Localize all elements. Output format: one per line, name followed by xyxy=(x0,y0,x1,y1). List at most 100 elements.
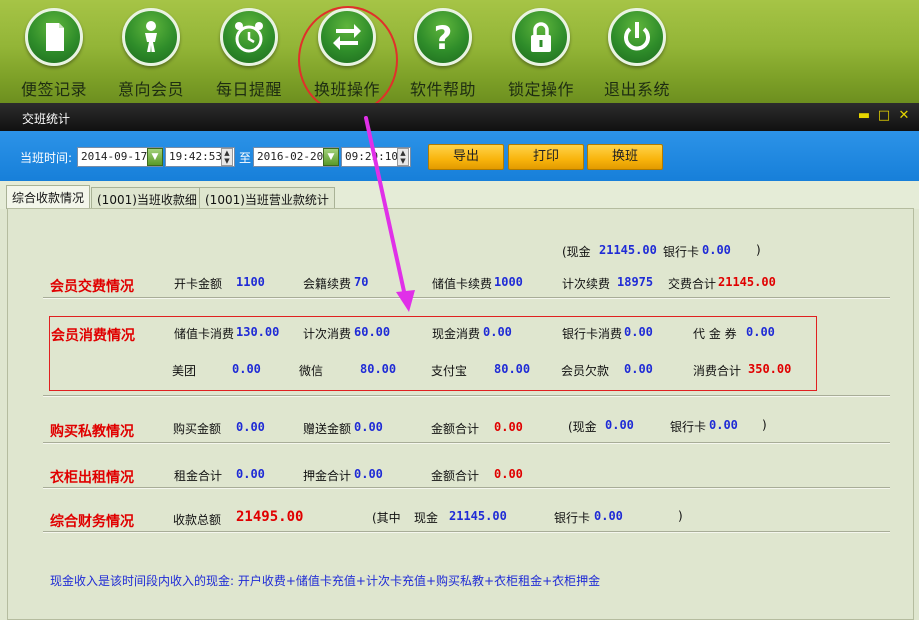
main-toolbar: 便签记录 意向会员 每日提醒 换班操作 ? 软件帮助 锁定操作 退出系统 xyxy=(0,0,919,114)
locker-total-label: 金额合计 xyxy=(431,469,480,483)
toolbar-note-button[interactable]: 便签记录 xyxy=(9,6,99,100)
card-open-label: 开卡金额 xyxy=(174,277,223,291)
finance-cash-label: 现金 xyxy=(414,511,439,525)
collected-label: 收款总额 xyxy=(173,513,222,527)
toolbar-label: 每日提醒 xyxy=(215,80,282,99)
alipay-value: 80.00 xyxy=(494,362,531,376)
locker-title: 衣柜出租情况 xyxy=(50,470,134,486)
tab-shift-revenue-stats[interactable]: (1001)当班营业款统计 xyxy=(199,187,335,209)
finance-close: ) xyxy=(678,509,683,523)
close-icon[interactable]: ✕ xyxy=(896,108,912,124)
help-icon: ? xyxy=(414,8,472,66)
shift-highlight-ring xyxy=(298,6,398,114)
power-icon xyxy=(608,8,666,66)
shift-change-button[interactable]: 换班 xyxy=(587,144,663,170)
bank-consume-label: 银行卡消费 xyxy=(562,327,623,341)
coach-buy-value: 0.00 xyxy=(236,420,265,434)
meituan-label: 美团 xyxy=(172,364,197,378)
summary-bank-value: 0.00 xyxy=(702,243,731,257)
start-date-dropdown[interactable]: ▼ xyxy=(147,148,163,166)
locker-total-value: 0.00 xyxy=(494,467,523,481)
cash-income-note: 现金收入是该时间段内收入的现金: 开户收费+储值卡充值+计次卡充值+购买私教+衣… xyxy=(50,574,601,588)
export-button[interactable]: 导出 xyxy=(428,144,504,170)
divider xyxy=(43,395,890,397)
locker-deposit-label: 押金合计 xyxy=(303,469,352,483)
svg-text:?: ? xyxy=(434,19,453,55)
wechat-label: 微信 xyxy=(299,364,324,378)
consume-total-value: 350.00 xyxy=(748,362,792,376)
spin-arrows-icon: ▲ ▼ xyxy=(400,149,406,165)
voucher-value: 0.00 xyxy=(746,325,775,339)
to-label: 至 xyxy=(239,151,252,165)
fee-total-label: 交费合计 xyxy=(668,277,717,291)
toolbar-label: 便签记录 xyxy=(20,80,87,99)
renew-label: 会籍续费 xyxy=(303,277,352,291)
summary-close: ) xyxy=(756,243,761,257)
window-title: 交班统计 xyxy=(22,112,71,126)
tab-strip: 综合收款情况 (1001)当班收款细 (1001)当班营业款统计 xyxy=(0,181,919,209)
end-date-dropdown[interactable]: ▼ xyxy=(323,148,339,166)
debt-value: 0.00 xyxy=(624,362,653,376)
person-icon xyxy=(122,8,180,66)
toolbar-lock-button[interactable]: 锁定操作 xyxy=(496,6,586,100)
cash-consume-value: 0.00 xyxy=(483,325,512,339)
count-consume-value: 60.00 xyxy=(354,325,391,339)
locker-rent-label: 租金合计 xyxy=(174,469,223,483)
finance-cash-value: 21145.00 xyxy=(449,509,507,523)
finance-open: (其中 xyxy=(372,511,401,525)
coach-bank-label: 银行卡 xyxy=(670,420,707,434)
end-time-spinner[interactable]: ▲ ▼ xyxy=(397,148,409,166)
cash-consume-label: 现金消费 xyxy=(432,327,481,341)
chevron-down-icon: ▼ xyxy=(151,152,159,162)
stored-consume-value: 130.00 xyxy=(236,325,280,339)
divider xyxy=(43,442,890,444)
stored-consume-label: 储值卡消费 xyxy=(174,327,235,341)
shift-filter-bar: 当班时间: 2014-09-17 ▼ 19:42:53 ▲ ▼ 至 2016-02… xyxy=(0,131,919,181)
coach-cash-value: 0.00 xyxy=(605,418,634,432)
toolbar-reminder-button[interactable]: 每日提醒 xyxy=(204,6,294,100)
bank-consume-value: 0.00 xyxy=(624,325,653,339)
member-consume-title: 会员消费情况 xyxy=(51,328,135,344)
tab-summary[interactable]: 综合收款情况 xyxy=(6,185,91,209)
finance-bank-label: 银行卡 xyxy=(554,511,591,525)
summary-panel xyxy=(7,208,914,620)
stored-renew-label: 储值卡续费 xyxy=(432,277,493,291)
card-open-value: 1100 xyxy=(236,275,265,289)
finance-title: 综合财务情况 xyxy=(50,514,134,530)
finance-bank-value: 0.00 xyxy=(594,509,623,523)
print-button[interactable]: 打印 xyxy=(508,144,584,170)
coach-total-label: 金额合计 xyxy=(431,422,480,436)
start-time-spinner[interactable]: ▲ ▼ xyxy=(221,148,233,166)
coach-gift-value: 0.00 xyxy=(354,420,383,434)
member-fee-title: 会员交费情况 xyxy=(50,279,134,295)
summary-cash-value: 21145.00 xyxy=(599,243,657,257)
maximize-icon[interactable]: □ xyxy=(876,108,892,124)
coach-buy-label: 购买金额 xyxy=(173,422,222,436)
summary-bank-label: 银行卡 xyxy=(663,245,700,259)
consume-total-label: 消费合计 xyxy=(693,364,742,378)
locker-rent-value: 0.00 xyxy=(236,467,265,481)
coach-bank-value: 0.00 xyxy=(709,418,738,432)
toolbar-label: 退出系统 xyxy=(603,80,670,99)
toolbar-label: 锁定操作 xyxy=(507,80,574,99)
divider xyxy=(43,297,890,299)
divider xyxy=(43,487,890,489)
toolbar-help-button[interactable]: ? 软件帮助 xyxy=(398,6,488,100)
summary-open: (现金 xyxy=(562,245,591,259)
coach-close: ) xyxy=(762,418,767,432)
tab-shift-payment-detail[interactable]: (1001)当班收款细 xyxy=(91,187,203,209)
alipay-label: 支付宝 xyxy=(431,364,468,378)
toolbar-exit-button[interactable]: 退出系统 xyxy=(592,6,682,100)
divider xyxy=(43,531,890,533)
window-titlebar: 交班统计 ▬ □ ✕ xyxy=(0,103,919,131)
meituan-value: 0.00 xyxy=(232,362,261,376)
minimize-icon[interactable]: ▬ xyxy=(856,108,872,124)
toolbar-label: 软件帮助 xyxy=(409,80,476,99)
collected-value: 21495.00 xyxy=(236,509,304,525)
chevron-down-icon: ▼ xyxy=(327,152,335,162)
toolbar-prospect-member-button[interactable]: 意向会员 xyxy=(106,6,196,100)
note-icon xyxy=(25,8,83,66)
coach-open: (现金 xyxy=(568,420,597,434)
renew-value: 70 xyxy=(354,275,369,289)
count-consume-label: 计次消费 xyxy=(303,327,352,341)
